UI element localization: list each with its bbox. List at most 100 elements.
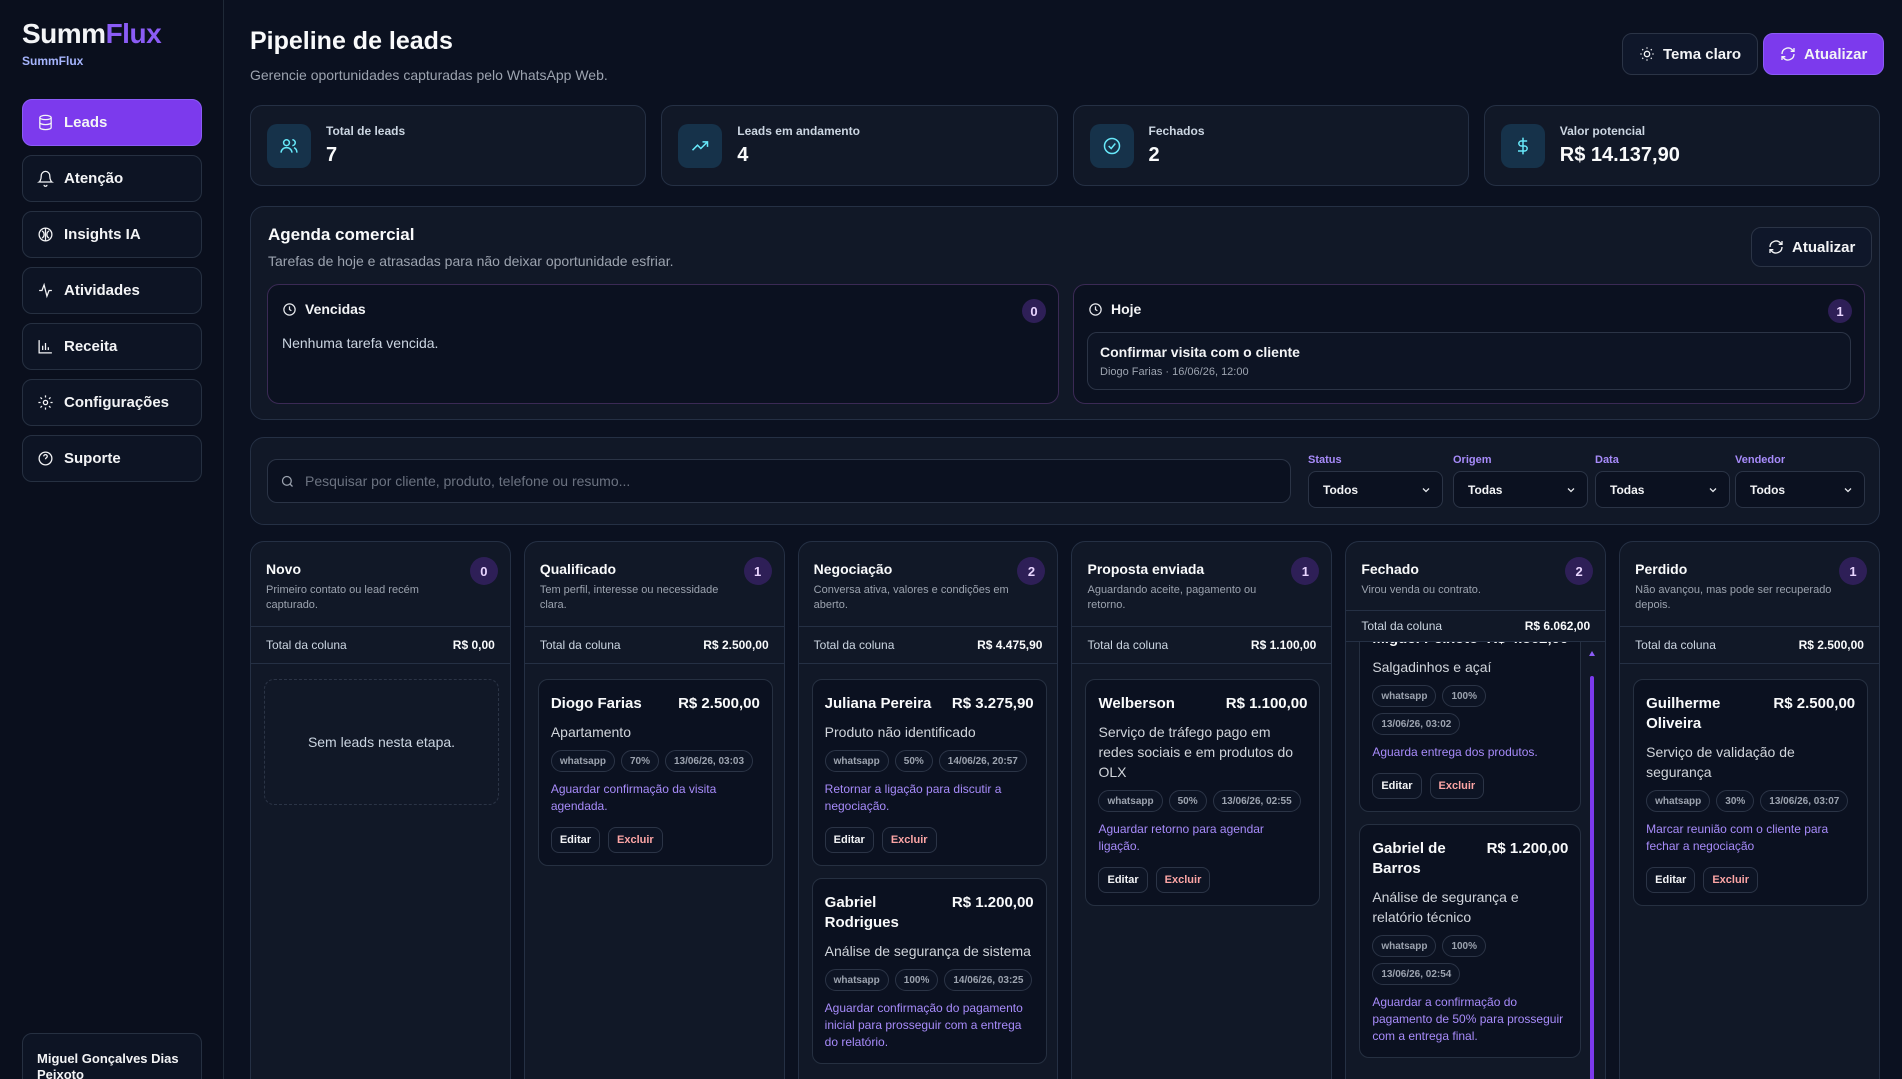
- database-icon: [39, 114, 52, 131]
- scroll-up-arrow[interactable]: [1589, 651, 1596, 656]
- stat-value: 2: [1148, 144, 1160, 166]
- sidebar-item-atividades[interactable]: Atividades: [22, 267, 202, 314]
- search-input[interactable]: [305, 473, 1285, 489]
- status-select[interactable]: Todos: [1308, 471, 1443, 508]
- scroll-thumb[interactable]: [1590, 676, 1595, 1079]
- lead-name: Juliana Pereira: [824, 695, 932, 712]
- column-count-badge: 0: [469, 557, 498, 585]
- origem-select[interactable]: Todas: [1453, 471, 1588, 508]
- check-circle-icon: [1103, 137, 1120, 154]
- column-total: Total da coluna R$ 2.500,00: [1620, 626, 1879, 664]
- refresh-button[interactable]: Atualizar: [1763, 33, 1885, 75]
- column-description: Virou venda ou contrato.: [1361, 584, 1481, 596]
- sidebar-item-suporte[interactable]: Suporte: [22, 435, 202, 482]
- lead-card[interactable]: Gabriel de Barros R$ 1.200,00 Análise de …: [1359, 824, 1582, 1058]
- today-label: Hoje: [1111, 301, 1142, 317]
- column-negociacao: Negociação Conversa ativa, valores e con…: [797, 541, 1059, 1079]
- sidebar-item-atencao[interactable]: Atenção: [22, 155, 202, 202]
- select-value: Todas: [1468, 482, 1503, 497]
- date-chip: 13/06/26, 02:55: [1212, 790, 1301, 812]
- edit-button[interactable]: Editar: [824, 827, 874, 853]
- column-description: Aguardando aceite, pagamento ou retorno.: [1087, 584, 1257, 611]
- column-scrollbar[interactable]: [1589, 646, 1596, 1079]
- lead-card[interactable]: Juliana Pereira R$ 3.275,90 Produto não i…: [811, 679, 1047, 866]
- page-subtitle: Gerencie oportunidades capturadas pelo W…: [250, 67, 608, 83]
- filter-vendedor: Vendedor Todos: [1735, 454, 1865, 508]
- column-count-badge: 1: [1291, 557, 1320, 585]
- gear-icon: [38, 395, 53, 410]
- activity-icon: [39, 282, 52, 299]
- column-total: Total da coluna R$ 4.475,90: [798, 626, 1058, 664]
- sidebar-item-label: Receita: [64, 338, 118, 355]
- column-title: Perdido: [1635, 561, 1688, 577]
- sidebar-nav: Leads Atenção Insights IA Atividades Rec…: [22, 99, 202, 491]
- date-chip: 14/06/26, 03:25: [944, 969, 1033, 991]
- refresh-label: Atualizar: [1804, 45, 1868, 63]
- edit-button[interactable]: Editar: [1098, 867, 1148, 893]
- probability-chip: 100%: [1442, 935, 1487, 957]
- task-item[interactable]: Confirmar visita com o cliente Diogo Far…: [1087, 332, 1851, 390]
- select-value: Todos: [1750, 482, 1786, 497]
- lead-value: R$ 1.100,00: [1225, 695, 1308, 712]
- column-count-badge: 1: [743, 557, 772, 585]
- edit-button[interactable]: Editar: [550, 827, 601, 853]
- lead-card[interactable]: Miguel PeixotoR$ 4.862,00 Salgadinhos e …: [1359, 628, 1582, 812]
- delete-button[interactable]: Excluir: [881, 827, 937, 853]
- lead-product: Produto não identificado: [824, 724, 976, 740]
- edit-button[interactable]: Editar: [1646, 867, 1696, 893]
- refresh-icon: [1769, 240, 1783, 254]
- help-circle-icon: [38, 451, 53, 466]
- column-title: Qualificado: [539, 561, 617, 577]
- date-chip: 13/06/26, 03:02: [1372, 713, 1461, 735]
- lead-product: Análise de segurança e relatório técnico: [1372, 889, 1519, 925]
- today-count-badge: 1: [1828, 299, 1852, 323]
- sidebar-item-leads[interactable]: Leads: [22, 99, 202, 146]
- delete-button[interactable]: Excluir: [608, 827, 663, 853]
- date-chip: 14/06/26, 20:57: [938, 750, 1027, 772]
- origin-chip: whatsapp: [1646, 790, 1711, 812]
- sidebar-item-label: Insights IA: [64, 226, 141, 243]
- delete-button[interactable]: Excluir: [1429, 773, 1485, 799]
- origin-chip: whatsapp: [1372, 685, 1437, 707]
- today-tasks-box: Hoje 1 Confirmar visita com o cliente Di…: [1073, 284, 1865, 404]
- column-total: Total da coluna R$ 0,00: [251, 626, 510, 664]
- sidebar-item-label: Leads: [64, 114, 108, 131]
- delete-button[interactable]: Excluir: [1703, 867, 1759, 893]
- chevron-down-icon: [1709, 487, 1717, 492]
- app-logo[interactable]: SummFlux: [22, 18, 162, 50]
- column-total-value: R$ 6.062,00: [1524, 619, 1591, 633]
- theme-toggle-label: Tema claro: [1663, 45, 1742, 63]
- lead-product: Análise de segurança de sistema: [824, 943, 1031, 959]
- sidebar-item-label: Atenção: [64, 170, 124, 187]
- user-profile[interactable]: Miguel Gonçalves Dias Peixoto: [22, 1033, 202, 1079]
- sidebar-item-configuracoes[interactable]: Configurações: [22, 379, 202, 426]
- probability-chip: 70%: [620, 750, 659, 772]
- edit-button[interactable]: Editar: [1372, 773, 1422, 799]
- column-description: Conversa ativa, valores e condições em a…: [813, 584, 1009, 611]
- delete-button[interactable]: Excluir: [1155, 867, 1211, 893]
- lead-card[interactable]: Guilherme Oliveira R$ 2.500,00 Serviço de…: [1633, 679, 1869, 906]
- vendedor-select[interactable]: Todos: [1735, 471, 1865, 508]
- column-description: Primeiro contato ou lead recém capturado…: [266, 584, 419, 611]
- lead-card[interactable]: Diogo Farias R$ 2.500,00 Apartamento what…: [537, 679, 773, 866]
- overdue-label: Vencidas: [305, 301, 366, 317]
- origin-chip: whatsapp: [824, 969, 889, 991]
- column-qualificado: Qualificado Tem perfil, interesse ou nec…: [523, 541, 785, 1079]
- theme-toggle-button[interactable]: Tema claro: [1622, 33, 1759, 75]
- agenda-refresh-button[interactable]: Atualizar: [1751, 227, 1873, 267]
- stat-valor-potencial: Valor potencial R$ 14.137,90: [1483, 105, 1880, 186]
- sidebar-item-insights-ia[interactable]: Insights IA: [22, 211, 202, 258]
- filter-label: Status: [1308, 454, 1342, 466]
- overdue-tasks-box: Vencidas 0 Nenhuma tarefa vencida.: [267, 284, 1059, 404]
- overdue-count-badge: 0: [1022, 299, 1046, 323]
- filter-label: Data: [1595, 454, 1619, 466]
- sidebar-item-receita[interactable]: Receita: [22, 323, 202, 370]
- column-description: Não avançou, mas pode ser recuperado dep…: [1635, 584, 1832, 611]
- column-title: Negociação: [813, 561, 893, 577]
- search-box[interactable]: [267, 459, 1291, 503]
- column-title: Novo: [266, 561, 301, 577]
- lead-card[interactable]: Gabriel Rodrigues R$ 1.200,00 Análise de …: [811, 878, 1047, 1064]
- lead-card[interactable]: Welberson R$ 1.100,00 Serviço de tráfego …: [1085, 679, 1321, 906]
- filter-origem: Origem Todas: [1453, 454, 1588, 508]
- data-select[interactable]: Todas: [1595, 471, 1730, 508]
